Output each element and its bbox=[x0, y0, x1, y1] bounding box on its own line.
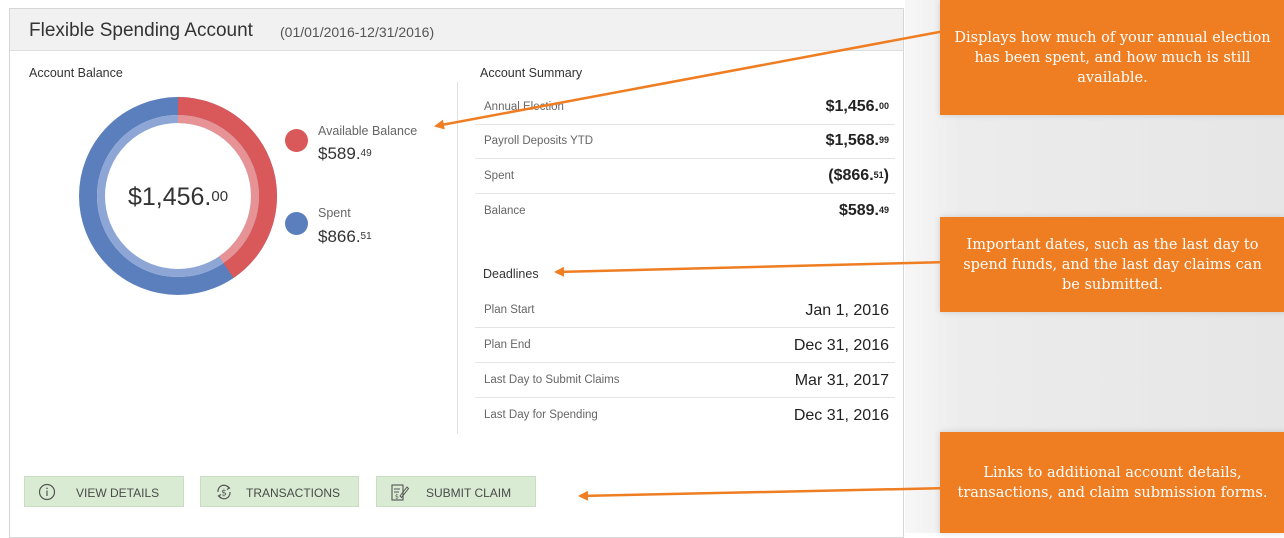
arrow-balance bbox=[434, 28, 951, 130]
arrow-deadlines bbox=[554, 260, 951, 277]
arrow-links bbox=[578, 486, 951, 501]
callout-arrows bbox=[434, 28, 951, 501]
